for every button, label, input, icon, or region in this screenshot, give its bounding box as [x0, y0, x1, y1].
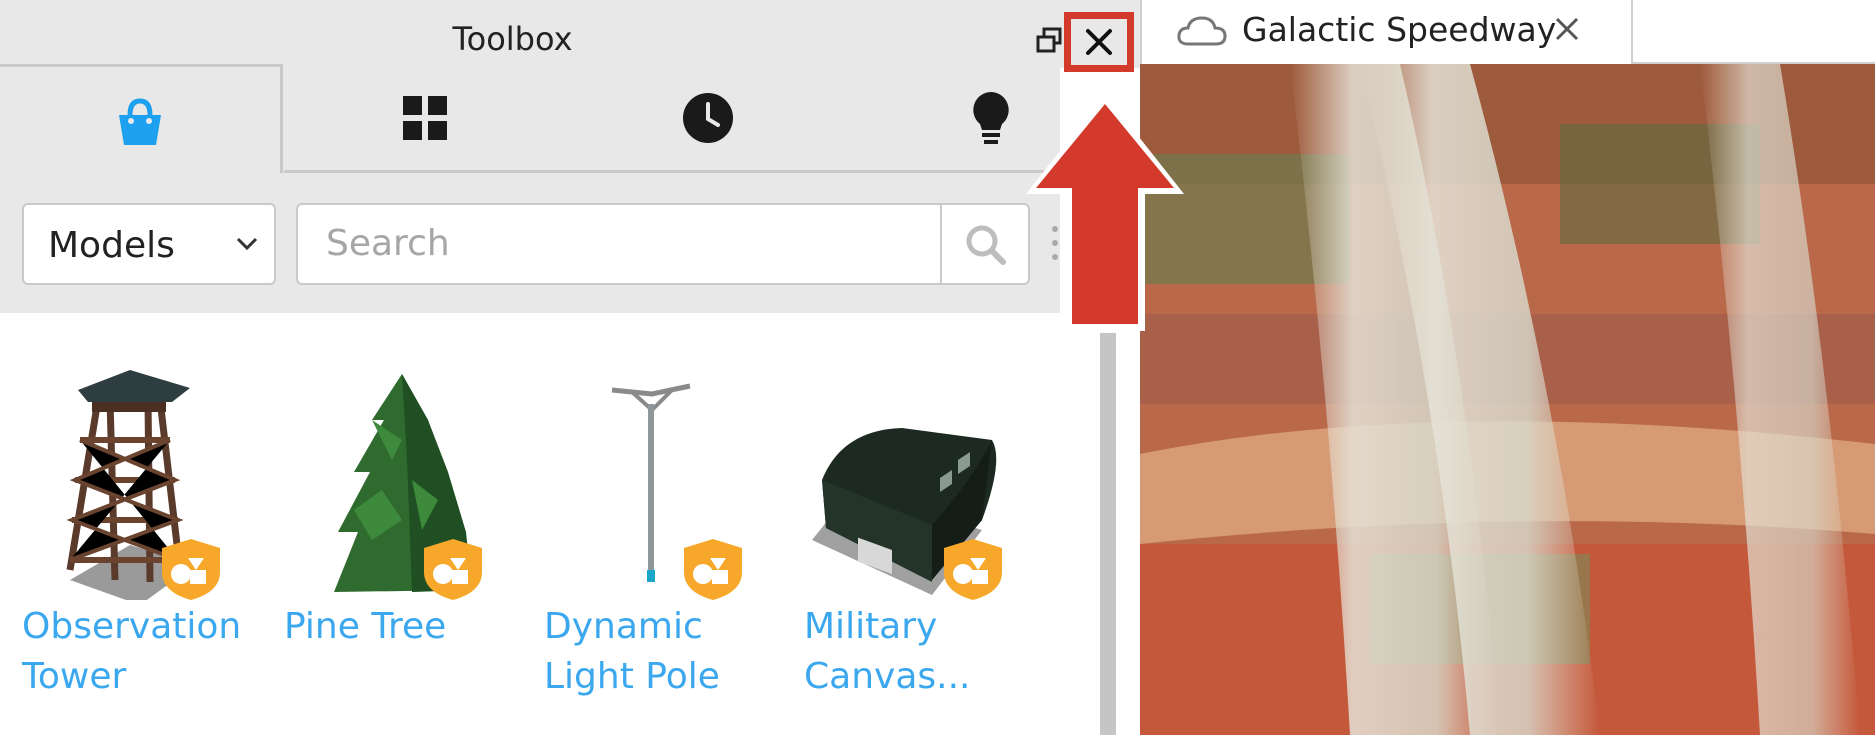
category-dropdown[interactable]: Models — [22, 203, 276, 285]
shopping-bag-icon — [119, 97, 161, 145]
toolbox-title: Toolbox — [452, 20, 573, 58]
item-name-line1: Dynamic — [544, 606, 703, 647]
verified-badge-icon — [424, 539, 482, 600]
close-icon[interactable] — [1552, 14, 1582, 44]
cloud-icon — [1177, 16, 1227, 46]
category-selected-value: Models — [48, 225, 175, 266]
tab-marketplace[interactable] — [0, 64, 283, 178]
grid-icon — [402, 96, 447, 140]
item-name-link[interactable]: Dynamic Light Pole — [544, 602, 794, 702]
restore-window-button[interactable] — [1035, 26, 1065, 56]
list-item-pine-tree[interactable]: Pine Tree — [262, 340, 522, 735]
item-name-link[interactable]: Pine Tree — [284, 602, 534, 652]
toolbox-tab-row — [0, 64, 1060, 178]
search-icon — [966, 225, 1006, 265]
close-icon — [1086, 29, 1112, 55]
clock-icon — [682, 93, 733, 143]
search-row: Models — [0, 173, 1060, 313]
search-box — [296, 203, 1030, 285]
item-name-line2: Canvas... — [804, 656, 971, 697]
item-name-line2: Tower — [22, 656, 127, 697]
search-button[interactable] — [940, 205, 1028, 283]
verified-badge-icon — [162, 539, 220, 600]
list-item-dynamic-light-pole[interactable]: Dynamic Light Pole — [522, 340, 782, 735]
tab-inventory[interactable] — [283, 64, 566, 172]
item-name-link[interactable]: Military Canvas... — [804, 602, 1054, 702]
item-name-line1: Military — [804, 606, 938, 647]
list-item-military-canvas[interactable]: Military Canvas... — [782, 340, 1042, 735]
verified-badge-icon — [944, 539, 1002, 600]
restore-icon — [1036, 27, 1062, 53]
list-item-observation-tower[interactable]: Observation Tower — [0, 340, 260, 735]
tab-recent[interactable] — [566, 64, 849, 172]
close-toolbox-button[interactable] — [1064, 12, 1134, 72]
scrollbar[interactable] — [1100, 333, 1116, 735]
game-viewport[interactable]: Galactic Speedway — [1140, 0, 1875, 735]
item-name-line2: Light Pole — [544, 656, 720, 697]
item-name-link[interactable]: Observation Tower — [22, 602, 272, 702]
toolbox-titlebar: Toolbox — [0, 0, 1140, 72]
toolbox-panel: Toolbox Models Search Observation Tower … — [0, 0, 1140, 735]
search-input[interactable] — [326, 223, 926, 264]
item-name-line1: Pine Tree — [284, 606, 447, 647]
lightbulb-icon — [972, 92, 1009, 144]
annotation-arrow-up — [1026, 94, 1184, 331]
chevron-down-icon — [236, 237, 258, 251]
document-tab-title: Galactic Speedway — [1242, 10, 1557, 49]
document-tab-bar: Galactic Speedway — [1140, 0, 1875, 64]
verified-badge-icon — [684, 539, 742, 600]
item-name-line1: Observation — [22, 606, 242, 647]
terrain-waterfall-image — [1140, 64, 1875, 735]
document-tab[interactable]: Galactic Speedway — [1140, 0, 1633, 64]
scene-render[interactable] — [1140, 64, 1875, 735]
